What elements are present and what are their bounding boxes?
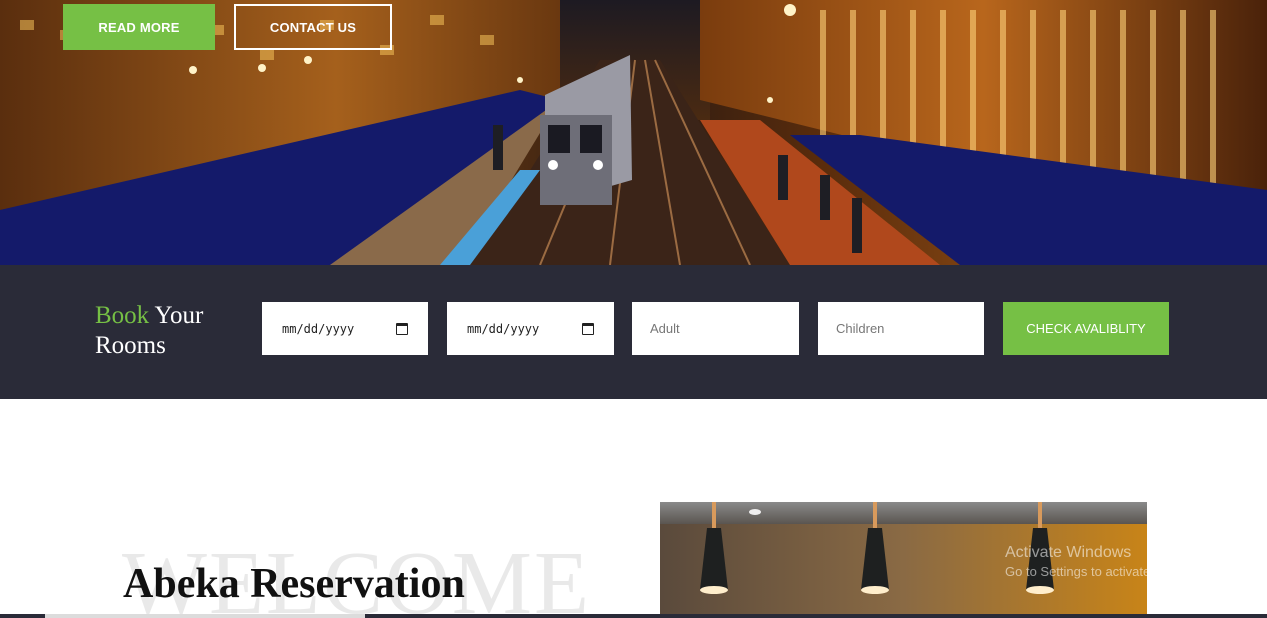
contact-us-button[interactable]: CONTACT US	[234, 4, 392, 50]
booking-bar: Book Your Rooms mm/dd/yyyy mm/dd/yyyy Ad…	[0, 265, 1267, 399]
scrollbar-thumb[interactable]	[45, 614, 365, 618]
calendar-icon[interactable]	[582, 322, 594, 335]
adult-input[interactable]: Adult	[632, 302, 799, 355]
hero-banner: READ MORE CONTACT US	[0, 0, 1267, 265]
windows-activation-watermark: Activate Windows Go to Settings to activ…	[1005, 543, 1210, 581]
adult-placeholder: Adult	[650, 321, 680, 336]
watermark-line2: Go to Settings to activate Windows.	[1005, 564, 1211, 579]
checkout-date-input[interactable]: mm/dd/yyyy	[447, 302, 614, 355]
children-input[interactable]: Children	[818, 302, 984, 355]
booking-title-line2: Rooms	[95, 332, 166, 359]
checkout-date-value: mm/dd/yyyy	[467, 321, 540, 336]
welcome-title: Abeka Reservation	[123, 561, 465, 607]
booking-title-accent: Book	[95, 302, 150, 329]
booking-title-rest: Your	[149, 302, 204, 329]
checkin-date-input[interactable]: mm/dd/yyyy	[262, 302, 428, 355]
check-availability-button[interactable]: CHECK AVALIBLITY	[1003, 302, 1169, 355]
horizontal-scrollbar[interactable]	[0, 614, 1267, 618]
read-more-button[interactable]: READ MORE	[63, 4, 215, 50]
checkin-date-value: mm/dd/yyyy	[282, 321, 355, 336]
watermark-line1: Activate Windows	[1005, 544, 1132, 561]
children-placeholder: Children	[836, 321, 885, 336]
booking-title: Book Your Rooms	[95, 301, 245, 361]
calendar-icon[interactable]	[396, 322, 408, 335]
